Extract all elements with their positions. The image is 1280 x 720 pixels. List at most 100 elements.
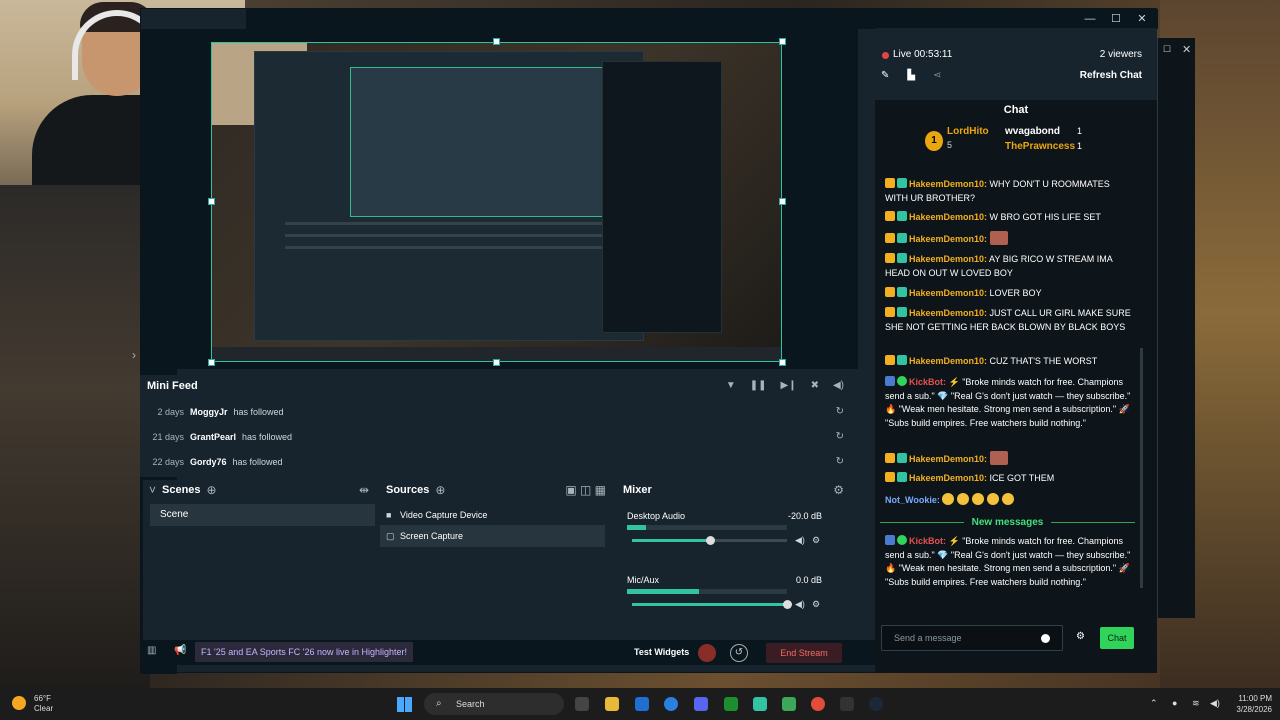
repeat-alert-icon[interactable]: ↻: [836, 406, 844, 417]
feed-user: GrantPearl: [190, 431, 237, 442]
epic-games-icon[interactable]: [840, 697, 854, 711]
skip-icon[interactable]: ▶❙: [781, 380, 797, 391]
volume-slider[interactable]: [632, 600, 792, 609]
resize-handle[interactable]: [208, 359, 215, 366]
xbox-icon[interactable]: [724, 697, 738, 711]
chat-username[interactable]: HakeemDemon10:: [909, 254, 987, 264]
new-messages-divider[interactable]: New messages: [880, 515, 1135, 529]
tray-mic-icon[interactable]: ●: [1172, 698, 1177, 708]
volume-knob[interactable]: [783, 600, 792, 609]
preview-scene-frame[interactable]: [211, 42, 782, 362]
share-icon[interactable]: ⋖: [933, 70, 941, 81]
crown-badge-icon: [885, 287, 895, 297]
chat-username[interactable]: KickBot:: [909, 377, 946, 387]
app-icon[interactable]: [782, 697, 796, 711]
discord-icon[interactable]: [694, 697, 708, 711]
weather-sun-icon[interactable]: [12, 696, 26, 710]
title-bar: — ☐ ✕: [246, 9, 1158, 29]
streamlabs-icon[interactable]: [753, 697, 767, 711]
scene-transitions-icon[interactable]: ⇹: [359, 483, 369, 497]
steam-icon[interactable]: [869, 697, 883, 711]
chat-username[interactable]: HakeemDemon10:: [909, 212, 987, 222]
tray-chevron-icon[interactable]: ⌃: [1150, 698, 1158, 709]
chat-username[interactable]: HakeemDemon10:: [909, 356, 987, 366]
file-explorer-icon[interactable]: [605, 697, 619, 711]
collapse-chevron-icon[interactable]: ›: [126, 347, 142, 363]
system-clock[interactable]: 11:00 PM 3/28/2026: [1236, 693, 1272, 715]
chat-title: Chat: [1003, 104, 1029, 116]
window-restore-icon[interactable]: ☐: [1163, 44, 1171, 55]
task-view-icon[interactable]: [575, 697, 589, 711]
resize-handle[interactable]: [779, 38, 786, 45]
resize-handle[interactable]: [493, 38, 500, 45]
stats-icon[interactable]: ▥: [147, 645, 156, 656]
chat-message-input[interactable]: Send a message: [881, 625, 1063, 651]
mixer-title: Mixer: [623, 484, 652, 496]
replay-buffer-button[interactable]: ↺: [730, 644, 748, 662]
chat-username[interactable]: HakeemDemon10:: [909, 473, 987, 483]
source-item[interactable]: ▢ Screen Capture: [380, 525, 605, 547]
mixer-dock: Mixer ⚙ Desktop Audio -20.0 dB ◀) ⚙ Mic/…: [617, 480, 850, 640]
end-stream-button[interactable]: End Stream: [766, 643, 842, 663]
background-window: ☐ ✕: [1157, 38, 1195, 618]
screen-capture-icon: ▢: [386, 531, 395, 541]
volume-knob[interactable]: [705, 536, 715, 545]
mute-alerts-icon[interactable]: ✖: [811, 380, 819, 391]
chat-settings-icon[interactable]: ⚙: [1076, 631, 1085, 642]
highlighter-banner[interactable]: F1 '25 and EA Sports FC '26 now live in …: [195, 642, 414, 662]
test-widgets-button[interactable]: Test Widgets: [634, 644, 689, 660]
feed-age: 22 days: [152, 456, 184, 467]
record-button[interactable]: [698, 644, 716, 662]
chat-username[interactable]: Not_Wookie:: [885, 495, 940, 505]
pause-icon[interactable]: ❚❚: [750, 380, 767, 391]
taskbar-search[interactable]: ⌕ Search: [424, 693, 564, 715]
filter-icon[interactable]: ▼: [726, 380, 736, 391]
dashboard-icon[interactable]: ▙: [907, 70, 915, 81]
scene-item[interactable]: Scene: [150, 504, 375, 526]
window-close-icon[interactable]: ✕: [1182, 43, 1191, 56]
collapse-icon[interactable]: ˅: [149, 483, 156, 497]
channel-settings-icon[interactable]: ⚙: [812, 535, 820, 546]
megaphone-icon[interactable]: 📢: [174, 645, 186, 656]
chat-message: Not_Wookie:: [885, 493, 1135, 508]
channel-settings-icon[interactable]: ⚙: [812, 599, 820, 610]
volume-icon[interactable]: ◀): [833, 380, 844, 391]
add-source-icon[interactable]: ⊕: [435, 483, 445, 497]
windows-start-icon[interactable]: [397, 697, 412, 712]
emoji-picker-icon[interactable]: [1041, 634, 1050, 643]
close-button[interactable]: ✕: [1132, 11, 1152, 27]
resize-handle[interactable]: [779, 198, 786, 205]
chat-scrollbar[interactable]: [1140, 348, 1143, 588]
volume-slider[interactable]: [632, 536, 787, 545]
chat-username[interactable]: KickBot:: [909, 536, 946, 546]
resize-handle[interactable]: [779, 359, 786, 366]
chat-username[interactable]: HakeemDemon10:: [909, 234, 987, 244]
refresh-chat-button[interactable]: Refresh Chat: [1080, 70, 1142, 81]
source-label: Screen Capture: [400, 531, 464, 541]
edge-icon[interactable]: [664, 697, 678, 711]
repeat-alert-icon[interactable]: ↻: [836, 431, 844, 442]
channel-name: Mic/Aux: [627, 575, 660, 585]
speaker-icon[interactable]: ◀): [795, 599, 805, 610]
wifi-icon[interactable]: ≋: [1192, 698, 1200, 709]
repeat-alert-icon[interactable]: ↻: [836, 456, 844, 467]
resize-handle[interactable]: [208, 198, 215, 205]
source-item[interactable]: ■ Video Capture Device: [380, 504, 605, 526]
source-options-icon[interactable]: ▣ ◫ ▦: [565, 483, 606, 497]
chat-send-button[interactable]: Chat: [1100, 627, 1134, 649]
resize-handle[interactable]: [493, 359, 500, 366]
mixer-settings-icon[interactable]: ⚙: [833, 483, 844, 497]
speaker-icon[interactable]: ◀): [795, 535, 805, 546]
chat-username[interactable]: HakeemDemon10:: [909, 179, 987, 189]
volume-tray-icon[interactable]: ◀): [1210, 698, 1220, 709]
chrome-icon[interactable]: [811, 697, 825, 711]
chat-username[interactable]: HakeemDemon10:: [909, 288, 987, 298]
minimize-button[interactable]: —: [1080, 11, 1100, 27]
add-scene-icon[interactable]: ⊕: [207, 483, 217, 497]
edit-icon[interactable]: ✎: [881, 70, 889, 81]
store-icon[interactable]: [635, 697, 649, 711]
maximize-button[interactable]: ☐: [1106, 11, 1126, 27]
chat-username[interactable]: HakeemDemon10:: [909, 454, 987, 464]
weather-widget[interactable]: 66°F Clear: [34, 694, 53, 714]
chat-username[interactable]: HakeemDemon10:: [909, 308, 987, 318]
